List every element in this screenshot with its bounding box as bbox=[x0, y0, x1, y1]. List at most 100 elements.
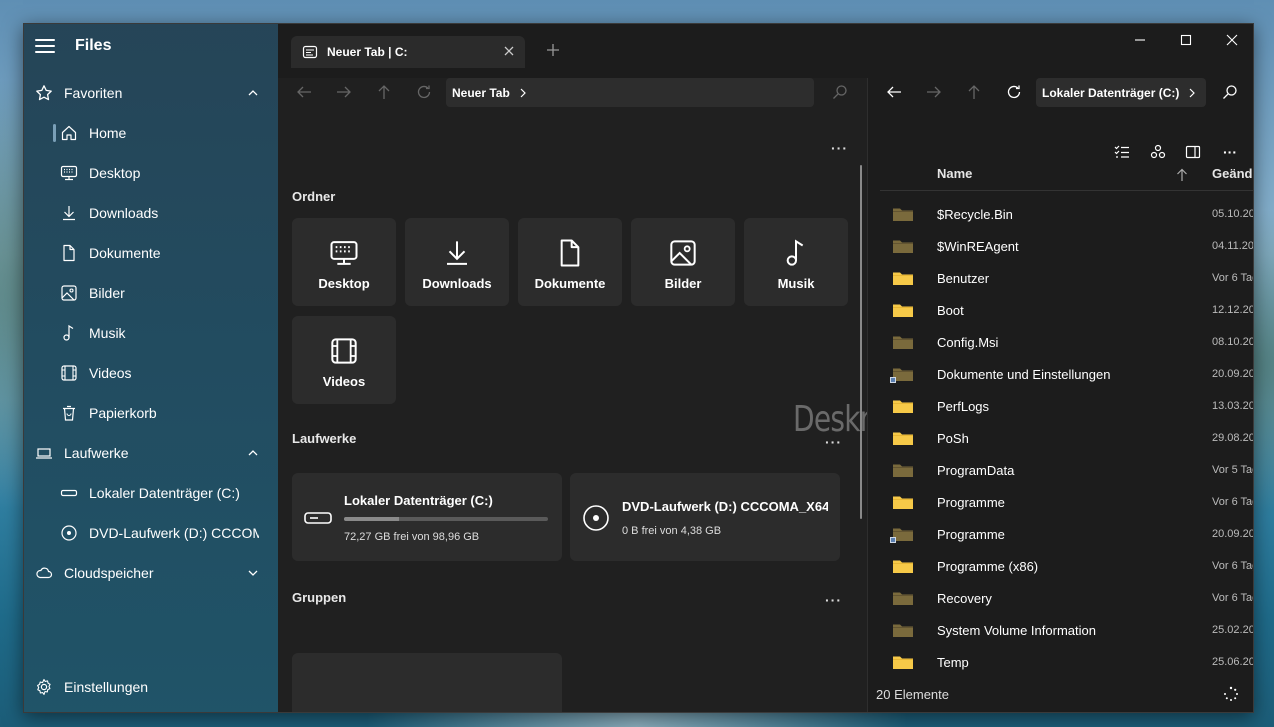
file-row[interactable]: System Volume Information 25.02.2021 bbox=[880, 614, 1253, 646]
video-icon bbox=[329, 336, 359, 366]
file-row[interactable]: Programme (x86) Vor 6 Tagen bbox=[880, 550, 1253, 582]
sidebar-item-drive-d[interactable]: DVD-Laufwerk (D:) CCCOMA_X64FRE_DE-DE_DV… bbox=[24, 515, 278, 551]
sidebar-settings[interactable]: Einstellungen bbox=[24, 669, 278, 705]
sidebar-section-favorites[interactable]: Favoriten bbox=[24, 75, 278, 111]
address-bar[interactable]: Lokaler Datenträger (C:) bbox=[1036, 78, 1206, 107]
file-row[interactable]: Programme Vor 6 Tagen bbox=[880, 486, 1253, 518]
select-list-icon[interactable] bbox=[1108, 138, 1136, 166]
folder-icon bbox=[892, 238, 914, 254]
file-date: 08.10.2021 bbox=[1212, 336, 1253, 348]
drive-usage-fill bbox=[344, 517, 400, 521]
back-arrow-icon[interactable] bbox=[880, 78, 908, 106]
search-icon[interactable] bbox=[826, 78, 854, 106]
drive-card-d[interactable]: DVD-Laufwerk (D:) CCCOMA_X64FRE_DE-DE_DV… bbox=[570, 473, 840, 561]
back-arrow-icon[interactable] bbox=[290, 78, 318, 106]
add-tab-icon[interactable] bbox=[546, 43, 560, 57]
file-name: Boot bbox=[937, 303, 964, 318]
groups-more-icon[interactable]: ··· bbox=[825, 592, 842, 608]
tab-neuer-tab[interactable]: Neuer Tab | C: bbox=[291, 36, 525, 68]
folder-card-dokumente[interactable]: Dokumente bbox=[518, 218, 622, 306]
minimize-button[interactable] bbox=[1117, 24, 1163, 56]
preview-pane-icon[interactable] bbox=[1179, 138, 1207, 166]
group-card[interactable] bbox=[292, 653, 562, 712]
close-tab-icon[interactable] bbox=[503, 45, 515, 57]
sidebar-item-dokumente[interactable]: Dokumente bbox=[24, 235, 278, 271]
file-row[interactable]: Boot 12.12.2021 bbox=[880, 294, 1253, 326]
folder-icon bbox=[892, 430, 914, 446]
file-row[interactable]: Benutzer Vor 6 Tagen bbox=[880, 262, 1253, 294]
folder-card-musik[interactable]: Musik bbox=[744, 218, 848, 306]
more-options-icon[interactable]: ··· bbox=[1216, 138, 1244, 166]
file-row[interactable]: ProgramData Vor 5 Tagen bbox=[880, 454, 1253, 486]
file-row[interactable]: Programme 20.09.2021 bbox=[880, 518, 1253, 550]
folder-card-desktop[interactable]: Desktop bbox=[292, 218, 396, 306]
file-row[interactable]: Temp 25.06.2021 bbox=[880, 646, 1253, 678]
scrollbar[interactable] bbox=[860, 165, 862, 519]
file-date: Vor 6 Tagen bbox=[1212, 560, 1253, 572]
sidebar-section-label: Cloudspeicher bbox=[64, 565, 154, 581]
column-header-date[interactable]: Geändert bbox=[1212, 166, 1253, 181]
folder-icon bbox=[892, 270, 914, 286]
file-row[interactable]: Dokumente und Einstellungen 20.09.2021 bbox=[880, 358, 1253, 390]
sidebar-section-drives[interactable]: Laufwerke bbox=[24, 435, 278, 471]
music-icon bbox=[60, 324, 78, 342]
drives-more-icon[interactable]: ··· bbox=[825, 434, 842, 450]
file-name: Config.Msi bbox=[937, 335, 999, 350]
file-row[interactable]: $Recycle.Bin 05.10.2021 bbox=[880, 198, 1253, 230]
maximize-button[interactable] bbox=[1163, 24, 1209, 56]
column-header-name[interactable]: Name bbox=[937, 166, 972, 181]
sidebar-item-label: Lokaler Datenträger (C:) bbox=[89, 485, 240, 501]
refresh-icon[interactable] bbox=[410, 78, 438, 106]
document-icon bbox=[555, 238, 585, 268]
more-options-icon[interactable]: ··· bbox=[831, 140, 848, 156]
chevron-up-icon[interactable] bbox=[246, 446, 260, 460]
close-window-button[interactable] bbox=[1209, 24, 1253, 56]
sidebar-section-cloud[interactable]: Cloudspeicher bbox=[24, 555, 278, 591]
sort-arrow-icon[interactable] bbox=[1176, 168, 1188, 182]
file-date: 20.09.2021 bbox=[1212, 528, 1253, 540]
sidebar-item-label: Musik bbox=[89, 325, 126, 341]
laptop-icon bbox=[35, 444, 53, 462]
drive-space: 72,27 GB frei von 98,96 GB bbox=[344, 531, 480, 543]
sidebar-item-musik[interactable]: Musik bbox=[24, 315, 278, 351]
folder-card-videos[interactable]: Videos bbox=[292, 316, 396, 404]
up-arrow-icon[interactable] bbox=[370, 78, 398, 106]
sidebar-item-bilder[interactable]: Bilder bbox=[24, 275, 278, 311]
forward-arrow-icon[interactable] bbox=[330, 78, 358, 106]
file-date: 29.08.2021 bbox=[1212, 432, 1253, 444]
sidebar-item-home[interactable]: Home bbox=[24, 115, 278, 151]
hamburger-menu-icon[interactable] bbox=[35, 39, 55, 53]
sidebar-item-downloads[interactable]: Downloads bbox=[24, 195, 278, 231]
file-row[interactable]: Recovery Vor 6 Tagen bbox=[880, 582, 1253, 614]
group-icon[interactable] bbox=[1144, 138, 1172, 166]
drive-card-c[interactable]: Lokaler Datenträger (C:) 72,27 GB frei v… bbox=[292, 473, 562, 561]
sidebar-item-drive-c[interactable]: Lokaler Datenträger (C:) bbox=[24, 475, 278, 511]
right-pane: Lokaler Datenträger (C:) ··· Name Geände… bbox=[867, 78, 1254, 712]
folder-card-downloads[interactable]: Downloads bbox=[405, 218, 509, 306]
file-date: 04.11.2021 bbox=[1212, 240, 1254, 252]
sidebar-item-videos[interactable]: Videos bbox=[24, 355, 278, 391]
tab-title: Neuer Tab | C: bbox=[327, 45, 408, 59]
file-row[interactable]: Config.Msi 08.10.2021 bbox=[880, 326, 1253, 358]
folders-section-title: Ordner bbox=[292, 189, 336, 204]
left-nav-bar: Neuer Tab bbox=[278, 78, 867, 118]
file-row[interactable]: PerfLogs 13.03.2021 bbox=[880, 390, 1253, 422]
file-row[interactable]: $WinREAgent 04.11.2021 bbox=[880, 230, 1254, 262]
refresh-icon[interactable] bbox=[1000, 78, 1028, 106]
forward-arrow-icon[interactable] bbox=[920, 78, 948, 106]
disc-icon bbox=[582, 504, 610, 532]
tab-bar: Neuer Tab | C: bbox=[278, 24, 1253, 78]
up-arrow-icon[interactable] bbox=[960, 78, 988, 106]
file-row[interactable]: PoSh 29.08.2021 bbox=[880, 422, 1253, 454]
chevron-up-icon[interactable] bbox=[246, 86, 260, 100]
folder-card-label: Videos bbox=[322, 374, 366, 389]
folder-card-bilder[interactable]: Bilder bbox=[631, 218, 735, 306]
file-name: Programme bbox=[937, 527, 1005, 542]
file-date: Vor 6 Tagen bbox=[1212, 272, 1253, 284]
chevron-down-icon[interactable] bbox=[246, 566, 260, 580]
sidebar-item-desktop[interactable]: Desktop bbox=[24, 155, 278, 191]
sidebar-item-label: Home bbox=[89, 125, 127, 141]
search-icon[interactable] bbox=[1216, 78, 1244, 106]
sidebar-item-papierkorb[interactable]: Papierkorb bbox=[24, 395, 278, 431]
address-bar[interactable]: Neuer Tab bbox=[446, 78, 814, 107]
